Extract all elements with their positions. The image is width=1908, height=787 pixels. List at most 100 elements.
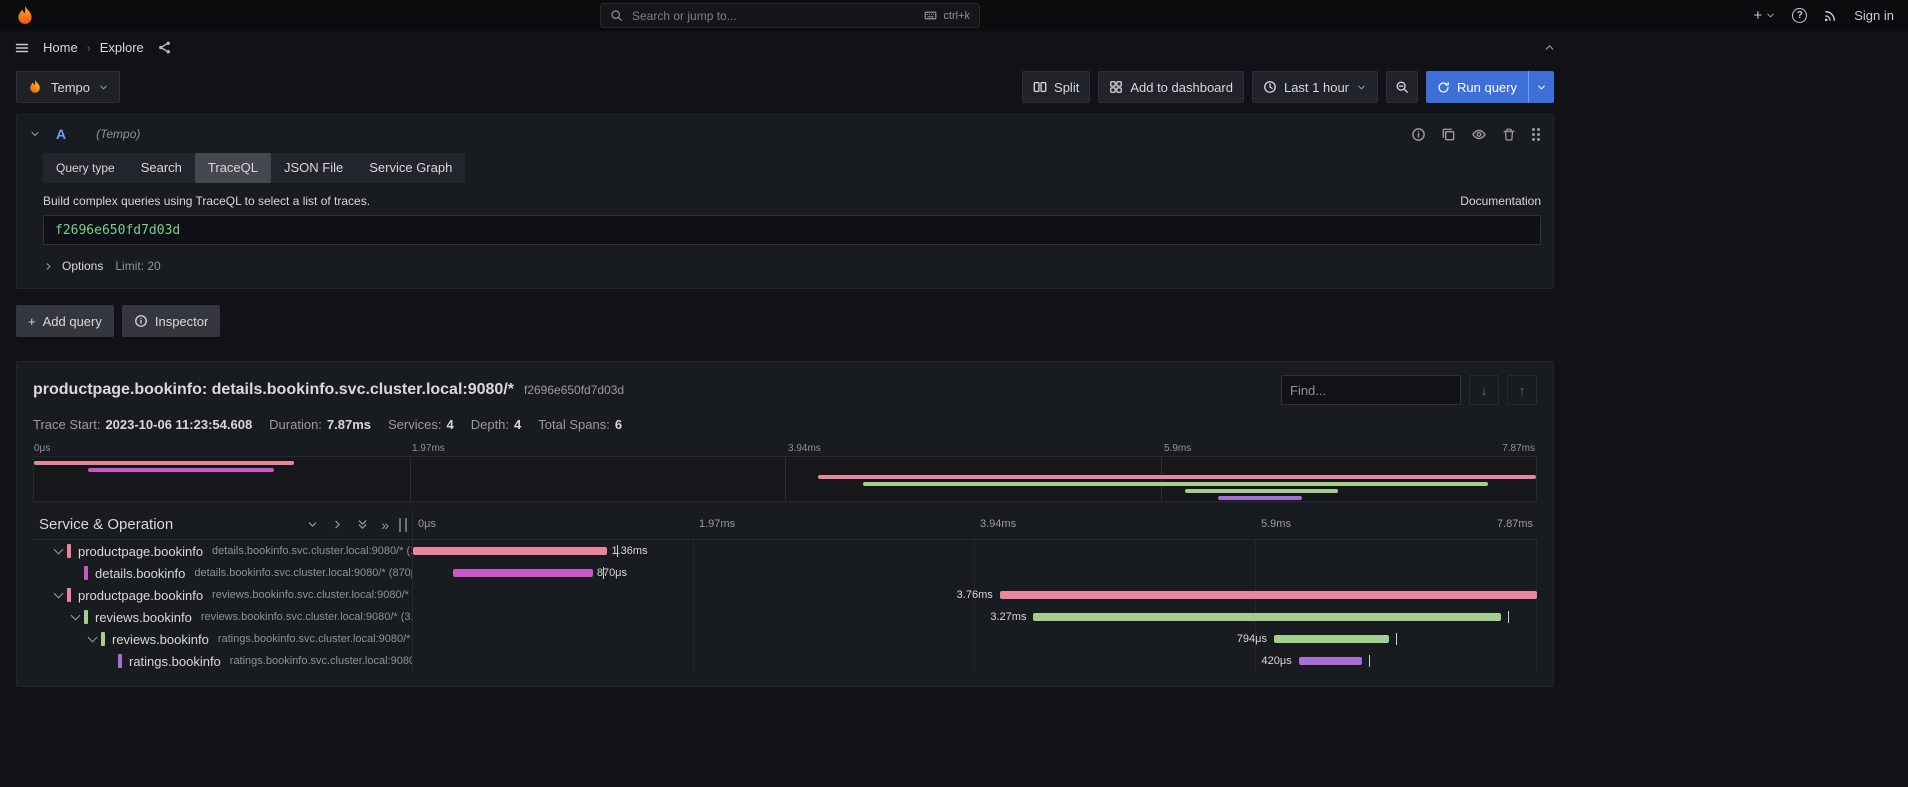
zoom-out-button[interactable] bbox=[1386, 71, 1418, 103]
datasource-picker[interactable]: Tempo bbox=[16, 71, 120, 103]
tab-search[interactable]: Search bbox=[128, 153, 195, 183]
query-row-actions bbox=[1411, 127, 1541, 142]
find-input[interactable] bbox=[1281, 375, 1461, 405]
news-rss-button[interactable] bbox=[1823, 8, 1838, 23]
tab-traceql[interactable]: TraceQL bbox=[195, 153, 271, 183]
minimap-canvas[interactable] bbox=[33, 456, 1537, 502]
collapse-one-icon[interactable] bbox=[306, 518, 319, 531]
traceql-query-field bbox=[43, 215, 1541, 245]
service-color-bar bbox=[67, 588, 71, 602]
new-menu-button[interactable]: + bbox=[1753, 7, 1776, 24]
add-query-label: Add query bbox=[43, 314, 102, 329]
span-row[interactable]: reviews.bookinforeviews.bookinfo.svc.clu… bbox=[33, 606, 1537, 628]
span-row[interactable]: productpage.bookinforeviews.bookinfo.svc… bbox=[33, 584, 1537, 606]
traceql-query-input[interactable] bbox=[53, 222, 1531, 239]
minimap-gridline bbox=[410, 457, 411, 501]
service-name: ratings.bookinfo bbox=[129, 654, 221, 669]
span-bar bbox=[453, 569, 592, 577]
inspector-label: Inspector bbox=[155, 314, 208, 329]
query-ref-id[interactable]: A bbox=[56, 126, 66, 142]
minimap-tick: 0μs bbox=[34, 443, 50, 454]
expand-all-icon[interactable]: » bbox=[381, 518, 389, 532]
span-row[interactable]: details.bookinfodetails.bookinfo.svc.clu… bbox=[33, 562, 1537, 584]
options-summary: Limit: 20 bbox=[115, 259, 160, 273]
hamburger-menu-icon[interactable] bbox=[14, 40, 30, 56]
collapse-query-chevron[interactable] bbox=[29, 128, 41, 140]
add-query-button[interactable]: + Add query bbox=[16, 305, 114, 337]
span-row[interactable]: reviews.bookinforatings.bookinfo.svc.clu… bbox=[33, 628, 1537, 650]
split-icon bbox=[1033, 80, 1047, 94]
options-toggle[interactable]: Options Limit: 20 bbox=[43, 259, 1541, 273]
span-collapse-chevron[interactable] bbox=[51, 544, 67, 558]
drag-handle-icon[interactable] bbox=[1532, 128, 1535, 131]
query-help-icon[interactable] bbox=[1411, 127, 1426, 142]
global-search[interactable]: ctrl+k bbox=[600, 3, 980, 28]
search-input[interactable] bbox=[630, 8, 916, 24]
share-icon[interactable] bbox=[157, 40, 172, 55]
span-collapse-chevron[interactable] bbox=[68, 610, 84, 624]
span-end-tick bbox=[603, 567, 604, 579]
span-name-cell: productpage.bookinfodetails.bookinfo.svc… bbox=[33, 540, 413, 562]
duplicate-query-icon[interactable] bbox=[1441, 127, 1456, 142]
service-color-bar bbox=[118, 654, 122, 668]
question-icon: ? bbox=[1797, 10, 1803, 21]
apps-grid-icon bbox=[1109, 80, 1123, 94]
delete-query-trash-icon[interactable] bbox=[1502, 127, 1516, 142]
expand-one-icon[interactable] bbox=[331, 518, 344, 531]
toggle-visibility-eye-icon[interactable] bbox=[1471, 127, 1487, 142]
breadcrumb-separator: › bbox=[87, 41, 91, 55]
column-resize-handle[interactable] bbox=[399, 518, 407, 532]
trace-meta-item: Total Spans:6 bbox=[538, 417, 622, 432]
top-nav-right: + ? Sign in bbox=[1753, 7, 1894, 24]
kiosk-mode-toggle[interactable] bbox=[1543, 41, 1556, 54]
timeline-tick: 7.87ms bbox=[1497, 518, 1533, 530]
chevron-down-icon bbox=[1536, 82, 1547, 93]
add-to-dashboard-button[interactable]: Add to dashboard bbox=[1098, 71, 1244, 103]
timeline-tick: 3.94ms bbox=[980, 518, 1016, 530]
span-duration-label: 870μs bbox=[597, 567, 627, 579]
split-label: Split bbox=[1054, 80, 1079, 95]
documentation-link[interactable]: Documentation bbox=[1460, 194, 1541, 208]
run-query-button[interactable]: Run query bbox=[1426, 71, 1554, 103]
tab-service-graph[interactable]: Service Graph bbox=[356, 153, 465, 183]
span-timeline-cell: 420μs bbox=[413, 650, 1537, 672]
service-name: details.bookinfo bbox=[95, 566, 185, 581]
grafana-logo[interactable] bbox=[14, 5, 36, 27]
waterfall-header: Service & Operation » 0μs1.97ms3.94ms5.9… bbox=[33, 510, 1537, 540]
span-collapse-chevron[interactable] bbox=[85, 632, 101, 646]
query-editor-body: Query type SearchTraceQLJSON FileService… bbox=[17, 153, 1553, 288]
trace-header: productpage.bookinfo: details.bookinfo.s… bbox=[33, 375, 1537, 405]
waterfall-header-left: Service & Operation » bbox=[33, 510, 413, 539]
service-color-bar bbox=[84, 610, 88, 624]
arrow-up-icon: ↑ bbox=[1519, 383, 1526, 398]
span-timeline-cell: 794μs bbox=[413, 628, 1537, 650]
sign-in-link[interactable]: Sign in bbox=[1854, 8, 1894, 23]
meta-label: Depth: bbox=[471, 417, 509, 432]
meta-value: 4 bbox=[514, 417, 521, 432]
span-row[interactable]: ratings.bookinforatings.bookinfo.svc.clu… bbox=[33, 650, 1537, 672]
span-end-tick bbox=[617, 545, 618, 557]
time-range-picker[interactable]: Last 1 hour bbox=[1252, 71, 1378, 103]
span-name-cell: reviews.bookinforeviews.bookinfo.svc.clu… bbox=[33, 606, 413, 628]
span-row[interactable]: productpage.bookinfodetails.bookinfo.svc… bbox=[33, 540, 1537, 562]
trace-metadata: Trace Start:2023-10-06 11:23:54.608Durat… bbox=[33, 417, 1537, 432]
refresh-icon bbox=[1437, 81, 1450, 94]
span-duration-label: 3.27ms bbox=[990, 611, 1026, 623]
meta-value: 2023-10-06 11:23:54.608 bbox=[105, 417, 252, 432]
run-query-dropdown[interactable] bbox=[1528, 71, 1554, 103]
find-prev-button[interactable]: ↑ bbox=[1507, 375, 1537, 405]
find-next-button[interactable]: ↓ bbox=[1469, 375, 1499, 405]
minimap-span-bar bbox=[34, 461, 294, 465]
service-name: reviews.bookinfo bbox=[112, 632, 209, 647]
search-shortcut: ctrl+k bbox=[923, 9, 970, 22]
breadcrumb-item-home[interactable]: Home bbox=[43, 40, 78, 55]
split-button[interactable]: Split bbox=[1022, 71, 1090, 103]
collapse-all-icon[interactable] bbox=[356, 518, 369, 531]
breadcrumb-item-explore[interactable]: Explore bbox=[100, 40, 144, 55]
help-button[interactable]: ? bbox=[1792, 8, 1807, 23]
minimap-span-bar bbox=[88, 468, 274, 472]
tab-json-file[interactable]: JSON File bbox=[271, 153, 356, 183]
span-collapse-chevron[interactable] bbox=[51, 588, 67, 602]
inspector-button[interactable]: Inspector bbox=[122, 305, 220, 337]
query-type-label: Query type bbox=[43, 153, 128, 183]
